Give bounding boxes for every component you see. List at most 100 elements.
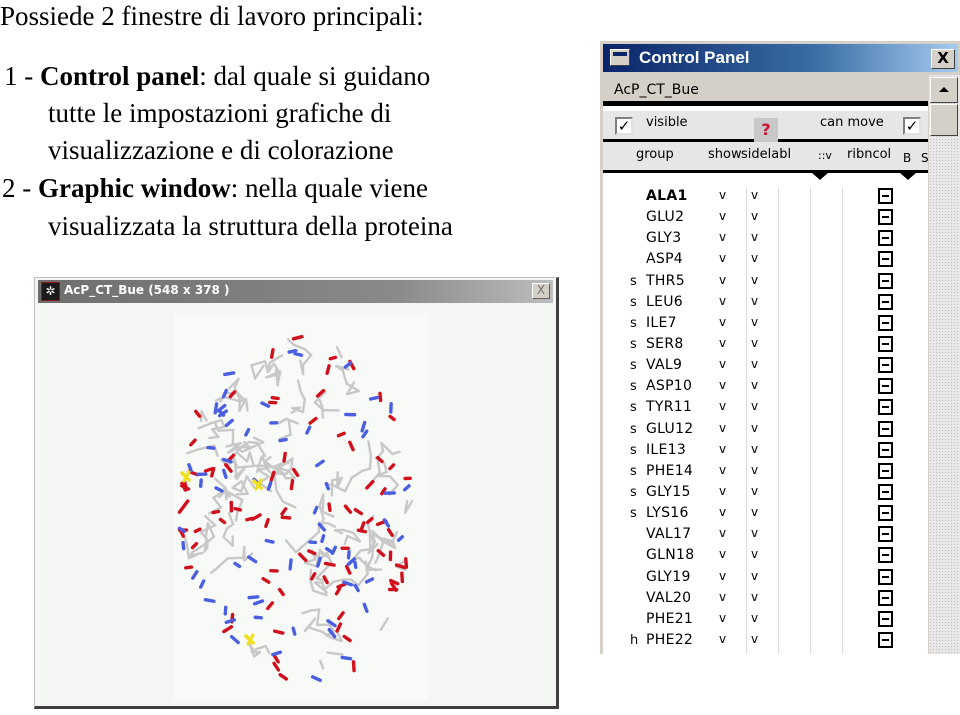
show-toggle[interactable]: v xyxy=(719,357,726,371)
ribbon-color-box[interactable] xyxy=(878,293,893,310)
residue-name[interactable]: ILE13 xyxy=(646,442,686,458)
show-toggle[interactable]: v xyxy=(719,484,726,498)
ribbon-color-box[interactable] xyxy=(878,547,893,564)
residue-row[interactable]: s THR5 v v xyxy=(603,272,928,293)
residue-name[interactable]: TYR11 xyxy=(646,399,692,415)
ribbon-color-box[interactable] xyxy=(878,441,893,458)
sidelabel-toggle[interactable]: v xyxy=(751,294,758,308)
residue-row[interactable]: ASP4 v v xyxy=(603,250,928,271)
ribbon-color-box[interactable] xyxy=(878,462,893,479)
ribbon-color-box[interactable] xyxy=(878,610,893,627)
show-toggle[interactable]: v xyxy=(719,209,726,223)
sidelabel-toggle[interactable]: v xyxy=(751,251,758,265)
sidelabel-toggle[interactable]: v xyxy=(751,442,758,456)
show-toggle[interactable]: v xyxy=(719,611,726,625)
residue-name[interactable]: VAL17 xyxy=(646,526,691,542)
residue-row[interactable]: GLY19 v v xyxy=(603,568,928,589)
ribbon-color-box[interactable] xyxy=(878,335,893,352)
ribbon-color-box[interactable] xyxy=(878,568,893,585)
residue-name[interactable]: GLU2 xyxy=(646,209,684,225)
residue-row[interactable]: s TYR11 v v xyxy=(603,398,928,419)
column-v[interactable]: ::v xyxy=(818,149,832,162)
residue-row[interactable]: PHE21 v v xyxy=(603,610,928,631)
residue-name[interactable]: ASP10 xyxy=(646,378,692,394)
ribbon-color-box[interactable] xyxy=(878,230,893,247)
show-toggle[interactable]: v xyxy=(719,505,726,519)
residue-row[interactable]: GLN18 v v xyxy=(603,546,928,567)
close-button[interactable]: X xyxy=(931,49,955,69)
ribbon-color-box[interactable] xyxy=(878,505,893,522)
ribbon-color-box[interactable] xyxy=(878,357,893,374)
sidelabel-toggle[interactable]: v xyxy=(751,273,758,287)
ribbon-color-box[interactable] xyxy=(878,314,893,331)
residue-name[interactable]: PHE22 xyxy=(646,632,693,648)
show-toggle[interactable]: v xyxy=(719,442,726,456)
sidelabel-toggle[interactable]: v xyxy=(751,569,758,583)
ribbon-color-box[interactable] xyxy=(878,251,893,268)
vertical-scrollbar[interactable] xyxy=(929,75,960,654)
protein-structure[interactable] xyxy=(38,304,553,702)
sidelabel-toggle[interactable]: v xyxy=(751,378,758,392)
molecule-viewport[interactable] xyxy=(38,304,553,702)
show-toggle[interactable]: v xyxy=(719,399,726,413)
show-toggle[interactable]: v xyxy=(719,315,726,329)
residue-name[interactable]: GLY3 xyxy=(646,230,681,246)
ribbon-color-box[interactable] xyxy=(878,188,893,204)
residue-row[interactable]: s GLU12 v v xyxy=(603,420,928,441)
residue-row[interactable]: VAL17 v v xyxy=(603,525,928,546)
show-toggle[interactable]: v xyxy=(719,569,726,583)
residue-name[interactable]: PHE21 xyxy=(646,611,693,627)
show-toggle[interactable]: v xyxy=(719,590,726,604)
column-bs[interactable]: B S xyxy=(903,151,932,165)
residue-row[interactable]: s VAL9 v v xyxy=(603,356,928,377)
residue-row[interactable]: GLY3 v v xyxy=(603,229,928,250)
show-toggle[interactable]: v xyxy=(719,230,726,244)
show-toggle[interactable]: v xyxy=(719,336,726,350)
residue-row[interactable]: s PHE14 v v xyxy=(603,462,928,483)
column-sidelabl[interactable]: sidelabl xyxy=(741,147,791,162)
residue-name[interactable]: ASP4 xyxy=(646,251,683,267)
column-dropdown-icon[interactable] xyxy=(811,172,829,180)
ribbon-color-box[interactable] xyxy=(878,378,893,395)
sidelabel-toggle[interactable]: v xyxy=(751,484,758,498)
residue-row[interactable]: s GLY15 v v xyxy=(603,483,928,504)
sidelabel-toggle[interactable]: v xyxy=(751,463,758,477)
show-toggle[interactable]: v xyxy=(719,294,726,308)
graphic-window-titlebar[interactable]: ✲ AcP_CT_Bue (548 x 378 ) X xyxy=(38,280,553,303)
ribbon-color-box[interactable] xyxy=(878,272,893,289)
residue-row[interactable]: s ASP10 v v xyxy=(603,377,928,398)
sidelabel-toggle[interactable]: v xyxy=(751,357,758,371)
show-toggle[interactable]: v xyxy=(719,188,726,202)
show-toggle[interactable]: v xyxy=(719,632,726,646)
sidelabel-toggle[interactable]: v xyxy=(751,611,758,625)
can-move-checkbox[interactable]: ✓ xyxy=(903,117,921,135)
residue-row[interactable]: h PHE22 v v xyxy=(603,631,928,652)
close-button[interactable]: X xyxy=(532,283,550,299)
scroll-thumb[interactable] xyxy=(930,104,958,136)
residue-name[interactable]: ALA1 xyxy=(646,188,688,204)
sidelabel-toggle[interactable]: v xyxy=(751,230,758,244)
residue-name[interactable]: GLY19 xyxy=(646,569,691,585)
molecule-name[interactable]: AcP_CT_Bue xyxy=(603,75,928,106)
column-group[interactable]: group xyxy=(636,147,674,162)
sidelabel-toggle[interactable]: v xyxy=(751,188,758,202)
residue-name[interactable]: PHE14 xyxy=(646,463,693,479)
show-toggle[interactable]: v xyxy=(719,463,726,477)
residue-row[interactable]: s ILE7 v v xyxy=(603,314,928,335)
column-show[interactable]: show xyxy=(708,147,742,162)
show-toggle[interactable]: v xyxy=(719,273,726,287)
ribbon-color-box[interactable] xyxy=(878,209,893,226)
residue-name[interactable]: LEU6 xyxy=(646,294,683,310)
residue-name[interactable]: ILE7 xyxy=(646,315,677,331)
residue-name[interactable]: GLU12 xyxy=(646,421,694,437)
residue-name[interactable]: VAL9 xyxy=(646,357,682,373)
residue-row[interactable]: s ILE13 v v xyxy=(603,441,928,462)
sidelabel-toggle[interactable]: v xyxy=(751,547,758,561)
residue-row[interactable]: s SER8 v v xyxy=(603,335,928,356)
column-dropdown-icon[interactable] xyxy=(899,172,917,180)
residue-row[interactable]: GLU2 v v xyxy=(603,208,928,229)
column-ribncol[interactable]: ribncol xyxy=(847,147,891,162)
ribbon-color-box[interactable] xyxy=(878,399,893,416)
sidelabel-toggle[interactable]: v xyxy=(751,315,758,329)
residue-name[interactable]: SER8 xyxy=(646,336,684,352)
